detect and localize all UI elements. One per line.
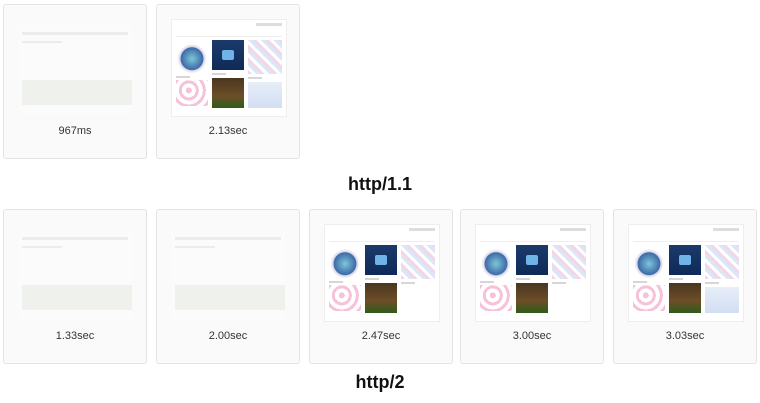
image-tile xyxy=(669,245,701,275)
image-tile xyxy=(248,40,282,74)
image-tile xyxy=(176,40,208,74)
image-tile xyxy=(705,245,739,279)
frame-time: 2.47sec xyxy=(361,330,401,342)
frame-time: 3.00sec xyxy=(512,330,552,342)
frame-time: 3.03sec xyxy=(665,330,705,342)
frame-time: 2.00sec xyxy=(208,330,248,342)
frame-time: 967ms xyxy=(58,125,92,137)
image-tile xyxy=(329,285,361,311)
image-tile xyxy=(705,287,739,313)
row-label-http2: http/2 xyxy=(355,372,405,392)
image-tile xyxy=(516,283,548,313)
filmstrip-frame-http2-4: 3.00sec xyxy=(460,209,604,364)
image-tile xyxy=(516,245,548,275)
filmstrip-frame-http1-2: 2.13sec xyxy=(156,4,300,159)
loaded-page-thumbnail xyxy=(324,224,440,322)
frame-time: 1.33sec xyxy=(55,330,95,342)
image-tile xyxy=(552,245,586,279)
image-tile xyxy=(176,80,208,106)
blank-page-thumbnail xyxy=(18,230,132,320)
blank-page-thumbnail xyxy=(18,25,132,115)
frame-time: 2.13sec xyxy=(208,125,248,137)
row-label-http1: http/1.1 xyxy=(347,174,412,194)
filmstrip-frame-http1-1: 967ms xyxy=(3,4,147,159)
image-tile xyxy=(480,245,512,279)
filmstrip-frame-http2-3: 2.47sec xyxy=(309,209,453,364)
filmstrip-frame-http2-5: 3.03sec xyxy=(613,209,757,364)
image-tile xyxy=(248,82,282,108)
image-tile xyxy=(633,285,665,311)
loaded-page-thumbnail xyxy=(171,19,287,117)
image-tile xyxy=(212,78,244,108)
image-tile xyxy=(480,285,512,311)
loaded-page-thumbnail xyxy=(475,224,591,322)
loaded-page-thumbnail xyxy=(628,224,744,322)
filmstrip-frame-http2-1: 1.33sec xyxy=(3,209,147,364)
blank-page-thumbnail xyxy=(171,230,285,320)
image-tile xyxy=(329,245,361,279)
image-tile xyxy=(212,40,244,70)
image-tile xyxy=(669,283,701,313)
image-tile xyxy=(401,245,435,279)
image-tile xyxy=(365,245,397,275)
filmstrip-frame-http2-2: 2.00sec xyxy=(156,209,300,364)
image-tile xyxy=(633,245,665,279)
image-tile xyxy=(365,283,397,313)
